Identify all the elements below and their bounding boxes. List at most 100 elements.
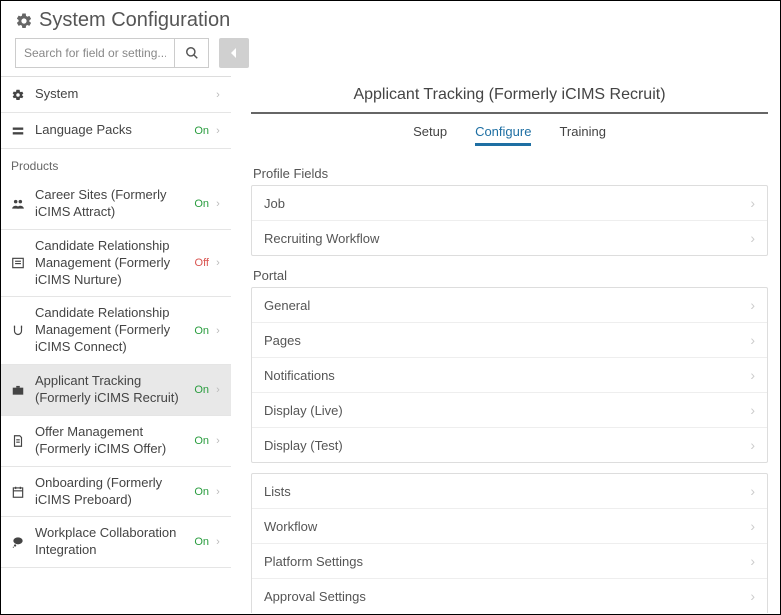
sidebar-item-top-1[interactable]: Language PacksOn › <box>1 113 231 149</box>
sidebar-item-label: Onboarding (Formerly iCIMS Preboard) <box>35 475 194 509</box>
sidebar-item-label: Candidate Relationship Management (Forme… <box>35 238 195 289</box>
thought-icon <box>11 535 29 549</box>
settings-row[interactable]: Lists › <box>252 474 767 509</box>
sidebar-item-product-1[interactable]: Candidate Relationship Management (Forme… <box>1 230 231 298</box>
settings-row[interactable]: Platform Settings › <box>252 544 767 579</box>
status-badge: On <box>194 384 209 396</box>
chevron-right-icon: › <box>750 195 755 211</box>
sidebar-item-label: Career Sites (Formerly iCIMS Attract) <box>35 187 194 221</box>
search-button[interactable] <box>175 38 209 68</box>
chevron-right-icon: › <box>750 230 755 246</box>
chevron-right-icon: › <box>213 125 223 137</box>
search-wrap <box>15 38 209 68</box>
chevron-left-icon <box>229 47 239 59</box>
chevron-right-icon: › <box>750 518 755 534</box>
sidebar-item-label: System <box>35 86 213 103</box>
collapse-sidebar-button[interactable] <box>219 38 249 68</box>
settings-row[interactable]: Approval Settings › <box>252 579 767 613</box>
search-icon <box>185 46 199 60</box>
row-label: Recruiting Workflow <box>264 231 379 246</box>
chevron-right-icon: › <box>750 553 755 569</box>
settings-row[interactable]: Notifications › <box>252 358 767 393</box>
doc-icon <box>11 434 29 448</box>
sidebar-item-label: Language Packs <box>35 122 194 139</box>
group-label: Portal <box>253 268 768 283</box>
magnet-icon <box>11 324 29 338</box>
sidebar-item-label: Candidate Relationship Management (Forme… <box>35 305 194 356</box>
row-label: Display (Test) <box>264 438 343 453</box>
lang-icon <box>11 124 29 138</box>
chevron-right-icon: › <box>213 89 223 101</box>
settings-row[interactable]: Recruiting Workflow › <box>252 221 767 255</box>
row-label: Workflow <box>264 519 317 534</box>
toolbar <box>1 38 780 76</box>
row-label: Display (Live) <box>264 403 343 418</box>
chevron-right-icon: › <box>213 435 223 447</box>
chevron-right-icon: › <box>750 437 755 453</box>
content: System›Language PacksOn› Products Career… <box>1 76 780 613</box>
row-label: General <box>264 298 310 313</box>
tab-setup[interactable]: Setup <box>413 124 447 146</box>
sidebar-item-product-5[interactable]: Onboarding (Formerly iCIMS Preboard)On › <box>1 467 231 518</box>
main-title: Applicant Tracking (Formerly iCIMS Recru… <box>251 76 768 114</box>
settings-list: General›Pages›Notifications›Display (Liv… <box>251 287 768 463</box>
chevron-right-icon: › <box>213 198 223 210</box>
gear-icon <box>15 12 33 30</box>
sidebar-item-product-0[interactable]: Career Sites (Formerly iCIMS Attract)On › <box>1 179 231 230</box>
search-input[interactable] <box>15 38 175 68</box>
chevron-right-icon: › <box>213 486 223 498</box>
sidebar-item-product-6[interactable]: Workplace Collaboration IntegrationOn › <box>1 517 231 568</box>
row-label: Pages <box>264 333 301 348</box>
sidebar-item-product-4[interactable]: Offer Management (Formerly iCIMS Offer)O… <box>1 416 231 467</box>
row-label: Approval Settings <box>264 589 366 604</box>
sidebar-section-products: Products <box>1 149 231 179</box>
sidebar-item-product-3[interactable]: Applicant Tracking (Formerly iCIMS Recru… <box>1 365 231 416</box>
sidebar-item-top-0[interactable]: System› <box>1 77 231 113</box>
chevron-right-icon: › <box>750 367 755 383</box>
sidebar-item-product-2[interactable]: Candidate Relationship Management (Forme… <box>1 297 231 365</box>
page-header: System Configuration <box>1 1 780 38</box>
chevron-right-icon: › <box>213 536 223 548</box>
status-badge: On <box>194 435 209 447</box>
settings-row[interactable]: Display (Test) › <box>252 428 767 462</box>
settings-list: Job › Recruiting Workflow › <box>251 185 768 256</box>
page-title: System Configuration <box>39 9 230 32</box>
chevron-right-icon: › <box>750 332 755 348</box>
row-label: Notifications <box>264 368 335 383</box>
tabs: Setup Configure Training <box>251 114 768 154</box>
chevron-right-icon: › <box>750 483 755 499</box>
status-badge: On <box>194 486 209 498</box>
settings-row[interactable]: Job › <box>252 186 767 221</box>
chevron-right-icon: › <box>750 297 755 313</box>
settings-row[interactable]: Pages › <box>252 323 767 358</box>
settings-list: Lists›Workflow›Platform Settings›Approva… <box>251 473 768 613</box>
calendar-icon <box>11 485 29 499</box>
status-badge: On <box>194 198 209 210</box>
sidebar: System›Language PacksOn› Products Career… <box>1 76 231 613</box>
status-badge: On <box>194 125 209 137</box>
briefcase-icon <box>11 383 29 397</box>
cardlist-icon <box>11 256 29 270</box>
chevron-right-icon: › <box>213 325 223 337</box>
row-label: Job <box>264 196 285 211</box>
settings-row[interactable]: Display (Live) › <box>252 393 767 428</box>
sidebar-item-label: Offer Management (Formerly iCIMS Offer) <box>35 424 194 458</box>
status-badge: On <box>194 325 209 337</box>
row-label: Platform Settings <box>264 554 363 569</box>
row-label: Lists <box>264 484 291 499</box>
main-panel: Applicant Tracking (Formerly iCIMS Recru… <box>231 76 780 613</box>
tab-configure[interactable]: Configure <box>475 124 531 146</box>
chevron-right-icon: › <box>213 257 223 269</box>
status-badge: On <box>194 536 209 548</box>
chevron-right-icon: › <box>750 402 755 418</box>
sidebar-item-label: Workplace Collaboration Integration <box>35 525 194 559</box>
settings-row[interactable]: General › <box>252 288 767 323</box>
settings-row[interactable]: Workflow › <box>252 509 767 544</box>
chevron-right-icon: › <box>750 588 755 604</box>
group-label: Profile Fields <box>253 166 768 181</box>
chevron-right-icon: › <box>213 384 223 396</box>
gear-icon <box>11 88 29 102</box>
status-badge: Off <box>195 257 209 269</box>
people-icon <box>11 197 29 211</box>
tab-training[interactable]: Training <box>559 124 605 146</box>
